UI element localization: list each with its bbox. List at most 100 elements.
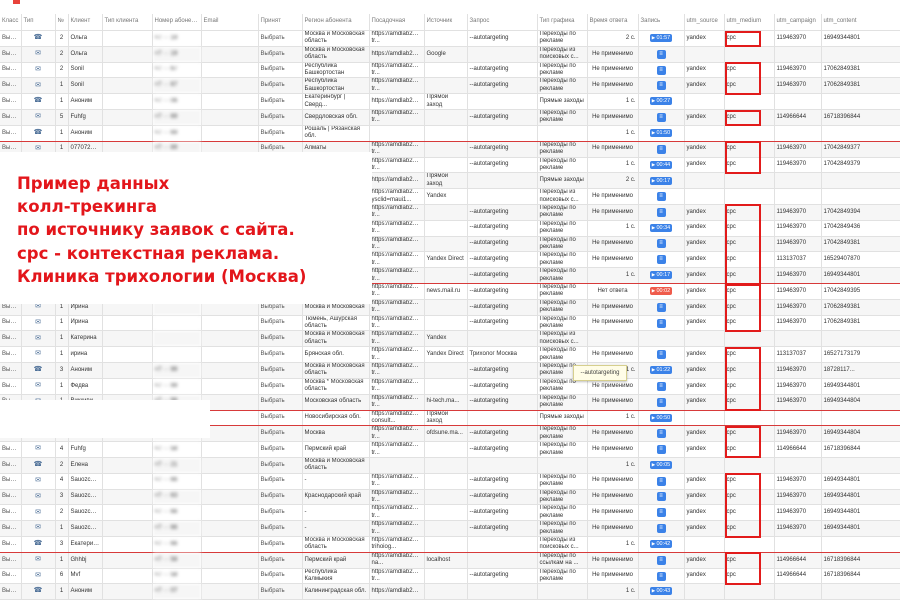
landing-link[interactable]: https://amdlab2001.ru/consultacia-tr... [369,109,425,126]
table-row[interactable]: Выбрать✉4Fuhfg+7 ··· 58ВыбратьПермский к… [0,441,900,458]
document-icon[interactable]: ≡ [656,524,666,534]
record-cell[interactable]: ≡ [638,489,685,506]
document-icon[interactable]: ≡ [656,492,666,502]
class-select[interactable]: Выбрать [0,362,22,379]
document-icon[interactable]: ≡ [656,445,666,455]
column-header[interactable]: utm_campaign [774,14,822,31]
play-recording-button[interactable]: 00:43 [649,587,673,596]
record-cell[interactable]: ≡ [638,504,685,522]
record-cell[interactable]: ≡ [638,299,685,316]
accepted-select[interactable]: Выбрать [258,46,303,63]
table-row[interactable]: Выбрать✉4Sauozcoce+7 ··· 66Выбрать-https… [0,473,900,490]
accepted-select[interactable]: Выбрать [258,30,303,47]
landing-link[interactable]: https://amdlab2001.ru/consultacia-tr... [369,520,425,537]
class-select[interactable]: Выбрать [0,441,22,458]
play-recording-button[interactable]: 00:44 [649,160,673,169]
record-cell[interactable]: ≡ [638,236,685,253]
column-header[interactable]: Клиент [68,14,103,31]
record-cell[interactable]: 00:17 [638,172,685,190]
landing-link[interactable]: https://amdlab2001.ru/consultacia-tr... [369,346,425,364]
document-icon[interactable]: ≡ [656,302,666,312]
play-recording-button[interactable]: 00:42 [649,540,673,549]
record-cell[interactable]: 01:22 [638,362,685,379]
document-icon[interactable]: ≡ [656,239,666,249]
document-icon[interactable]: ≡ [656,255,666,265]
column-header[interactable]: Тип клиента [102,14,153,31]
class-select[interactable]: Выбрать [0,109,22,126]
landing-link[interactable] [369,125,425,142]
landing-link[interactable]: https://amdlab2001.ru/consultacia-tr... [369,568,425,585]
document-icon[interactable]: ≡ [656,571,666,581]
accepted-select[interactable]: Выбрать [258,125,303,142]
table-row[interactable]: Выбрать☎2Елена+7 ··· 21ВыбратьМосква и М… [0,457,900,474]
class-select[interactable]: Выбрать [0,93,22,111]
record-cell[interactable]: ≡ [638,346,685,364]
landing-link[interactable]: https://amdlab2001.ru/consultacia-tr... [369,62,425,79]
class-select[interactable]: Выбрать [0,520,22,537]
landing-link[interactable]: https://amdlab2001.ru/consultacia-tr... [369,394,425,411]
accepted-select[interactable]: Выбрать [258,504,303,522]
record-cell[interactable]: ≡ [638,77,685,95]
play-recording-button[interactable]: 00:02 [649,287,673,296]
record-cell[interactable]: ≡ [638,520,685,537]
document-icon[interactable]: ≡ [656,144,666,154]
document-icon[interactable]: ≡ [656,397,666,407]
column-header[interactable]: Запрос [467,14,538,31]
record-cell[interactable]: ≡ [638,315,685,332]
accepted-select[interactable]: Выбрать [258,520,303,537]
class-select[interactable]: Выбрать [0,46,22,63]
record-cell[interactable]: 00:50 [638,410,685,427]
landing-link[interactable]: https://amdlab2001.ru/consultacia-tr... [369,141,425,158]
class-select[interactable]: Выбрать [0,457,22,474]
class-select[interactable]: Выбрать [0,315,22,332]
landing-link[interactable]: https://amdlab2001.ru/ [369,172,425,190]
document-icon[interactable]: ≡ [656,429,666,439]
record-cell[interactable]: 00:05 [638,457,685,474]
landing-link[interactable]: https://amdlab2001.ru/consultacia-tr... [369,315,425,332]
landing-link[interactable]: https://amdlab2001.ru/consultacia-tr... [369,236,425,253]
document-icon[interactable]: ≡ [656,555,666,565]
play-recording-button[interactable]: 00:34 [649,223,673,232]
record-cell[interactable]: ≡ [638,473,685,490]
record-cell[interactable]: ≡ [638,568,685,585]
column-header[interactable]: Время ответа [587,14,639,31]
table-row[interactable]: Выбрать☎1Аноним+7 ··· 06ВыбратьЕкатеринб… [0,93,900,111]
landing-link[interactable]: https://amdlab2001.ru/consultacia-tr... [369,299,425,316]
column-header[interactable]: Посадочная [369,14,425,31]
accepted-select[interactable]: Выбрать [258,315,303,332]
landing-link[interactable]: https://amdlab2001.ru/consultacia-tr... [369,30,425,47]
accepted-select[interactable]: Выбрать [258,489,303,506]
accepted-select[interactable]: Выбрать [258,346,303,364]
document-icon[interactable]: ≡ [656,318,666,328]
class-select[interactable]: Выбрать [0,489,22,506]
column-header[interactable]: Класс [0,14,22,31]
accepted-select[interactable]: Выбрать [258,441,303,458]
record-cell[interactable]: ≡ [638,552,685,569]
column-header[interactable]: Принят [258,14,303,31]
table-row[interactable]: Выбрать✉2Sauozcoce+7 ··· 66Выбрать-https… [0,504,900,522]
landing-link[interactable]: https://amdlab2001.ru/consultacia-tr... [369,267,425,284]
table-row[interactable]: Выбрать✉2Sonil+7 ··· 67ВыбратьРеспублика… [0,62,900,79]
column-header[interactable]: Источник [424,14,468,31]
accepted-select[interactable]: Выбрать [258,62,303,79]
table-row[interactable]: Выбрать✉5Fuhfg+7 ··· 69ВыбратьСвердловск… [0,109,900,126]
column-header[interactable]: Тип [21,14,56,31]
landing-link[interactable]: https://amdlab2001.ru/ [369,46,425,63]
accepted-select[interactable]: Выбрать [258,457,303,474]
class-select[interactable]: Выбрать [0,536,22,553]
table-row[interactable]: Выбрать✉1Sauozcoce+7 ··· 66Выбрать-https… [0,520,900,537]
landing-link[interactable]: https://amdlab2001.ru/?ysclid=maui1... [369,188,425,205]
play-recording-button[interactable]: 00:50 [649,413,673,422]
accepted-select[interactable]: Выбрать [258,394,303,411]
landing-link[interactable]: https://amdlab2001.ru/consultacia-tr... [369,441,425,458]
landing-link[interactable]: https://amdlab2001.ru/consultacia-tr... [369,251,425,269]
document-icon[interactable]: ≡ [656,49,666,59]
table-row[interactable]: Выбрать☎3Аноним+7 ··· 99ВыбратьМосква и … [0,362,900,379]
accepted-select[interactable]: Выбрать [258,425,303,443]
table-row[interactable]: Выбрать☎1Аноним+7 ··· 69ВыбратьРошаль | … [0,125,900,142]
class-select[interactable]: Выбрать [0,378,22,395]
table-row[interactable]: Выбрать✉1ИринаВыбратьТюмень, Ашурская об… [0,315,900,332]
landing-link[interactable]: https://amdlab2001.ru/consultacia-tr... [369,330,425,348]
landing-link[interactable]: https://amdlab2001.ru/klinika-trihoiog..… [369,536,425,553]
record-cell[interactable]: ≡ [638,378,685,395]
